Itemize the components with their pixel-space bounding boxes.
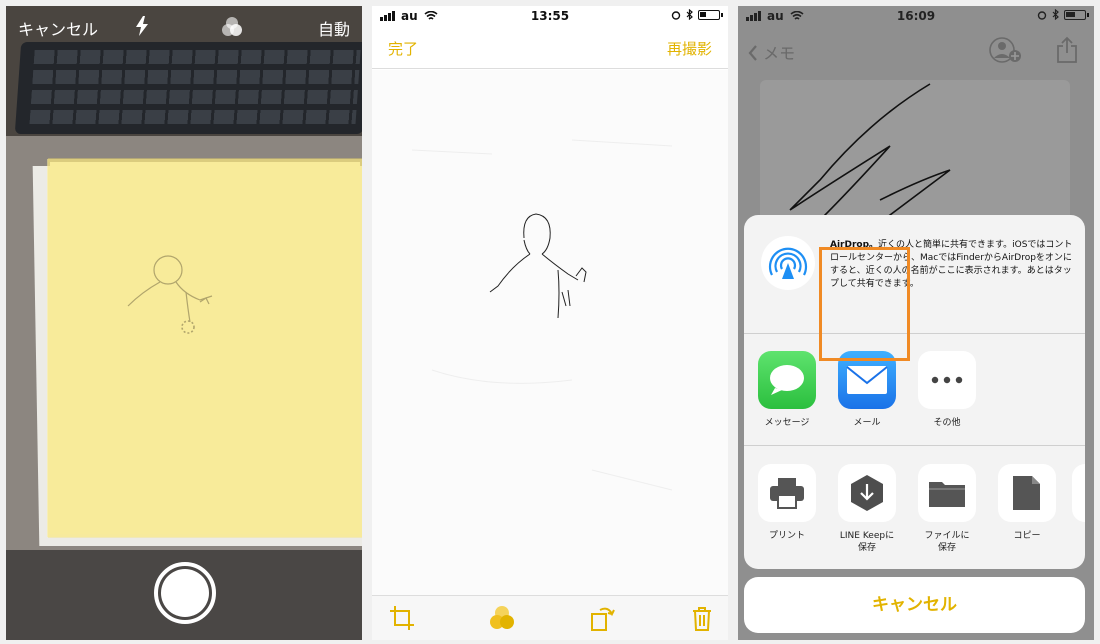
cancel-button[interactable]: キャンセル: [18, 16, 98, 40]
action-label: ファイルに 保存: [924, 531, 970, 553]
done-button[interactable]: 完了: [388, 38, 418, 59]
share-icon[interactable]: [1056, 36, 1078, 64]
rotate-icon[interactable]: [588, 604, 616, 632]
scan-toolbar: [372, 595, 728, 640]
bluetooth-icon: [1052, 9, 1059, 20]
share-app-more[interactable]: その他: [912, 351, 982, 429]
back-button[interactable]: メモ: [748, 40, 795, 64]
battery-icon: [1064, 9, 1089, 20]
action-copy[interactable]: コピー: [992, 464, 1062, 542]
scan-nav-bar: 完了 再撮影: [372, 28, 728, 69]
line-keep-icon: [838, 464, 896, 522]
camera-top-bar: キャンセル 自動: [6, 6, 362, 46]
scanned-document: [372, 70, 728, 600]
scan-preview-screen: au 13:55 完了 再撮影: [372, 6, 728, 640]
action-more-partial[interactable]: [1072, 464, 1085, 530]
share-sheet-screen: au 16:09 メモ AirDrop。近くの人と簡単に共有できます。iOSでは…: [738, 6, 1094, 640]
auto-mode-button[interactable]: 自動: [318, 16, 350, 40]
share-app-messages[interactable]: メッセージ: [752, 351, 822, 429]
add-person-icon[interactable]: [988, 36, 1024, 64]
share-sheet: AirDrop。近くの人と簡単に共有できます。iOSではコントロールセンターから…: [744, 215, 1085, 569]
camera-screen: キャンセル 自動: [6, 6, 362, 640]
trash-icon[interactable]: [688, 604, 716, 632]
battery-icon: [698, 9, 723, 20]
sketch-drawing: [411, 139, 673, 491]
airdrop-icon[interactable]: [760, 235, 816, 291]
cancel-button[interactable]: キャンセル: [744, 577, 1085, 633]
shutter-button[interactable]: [154, 562, 216, 624]
folder-icon: [918, 464, 976, 522]
partial-action-icon: [1072, 464, 1085, 522]
action-label: LINE Keepに 保存: [839, 531, 895, 553]
retake-button[interactable]: 再撮影: [667, 38, 712, 59]
filter-icon[interactable]: [220, 16, 244, 38]
highlight-box: [819, 247, 910, 361]
flash-icon[interactable]: [134, 16, 150, 36]
share-apps-row: メッセージ メール その他: [744, 333, 1085, 446]
back-label: メモ: [763, 44, 796, 63]
alarm-icon: [1037, 10, 1047, 20]
action-line-keep[interactable]: LINE Keepに 保存: [832, 464, 902, 554]
share-app-label: メール: [853, 418, 881, 428]
alarm-icon: [671, 10, 681, 20]
print-icon: [758, 464, 816, 522]
filter-icon[interactable]: [488, 604, 516, 632]
document-detection-overlay: [48, 158, 362, 538]
share-actions-row: プリント LINE Keepに 保存 ファイルに 保存 コピー: [744, 446, 1085, 569]
action-label: プリント: [768, 531, 805, 541]
share-app-label: メッセージ: [764, 418, 810, 428]
keyboard-photo: [14, 42, 362, 134]
action-label: コピー: [1013, 531, 1041, 541]
status-bar: au 13:55: [372, 6, 728, 28]
messages-icon: [758, 351, 816, 409]
chevron-left-icon: [748, 45, 757, 61]
share-app-mail[interactable]: メール: [832, 351, 902, 429]
share-app-label: その他: [933, 418, 961, 428]
bluetooth-icon: [686, 9, 693, 20]
action-print[interactable]: プリント: [752, 464, 822, 542]
crop-icon[interactable]: [388, 604, 416, 632]
more-icon: [918, 351, 976, 409]
status-bar: au 16:09: [738, 6, 1094, 28]
airdrop-section: AirDrop。近くの人と簡単に共有できます。iOSではコントロールセンターから…: [744, 215, 1085, 334]
notes-nav-bar: メモ: [738, 28, 1094, 72]
action-save-to-files[interactable]: ファイルに 保存: [912, 464, 982, 554]
copy-icon: [998, 464, 1056, 522]
